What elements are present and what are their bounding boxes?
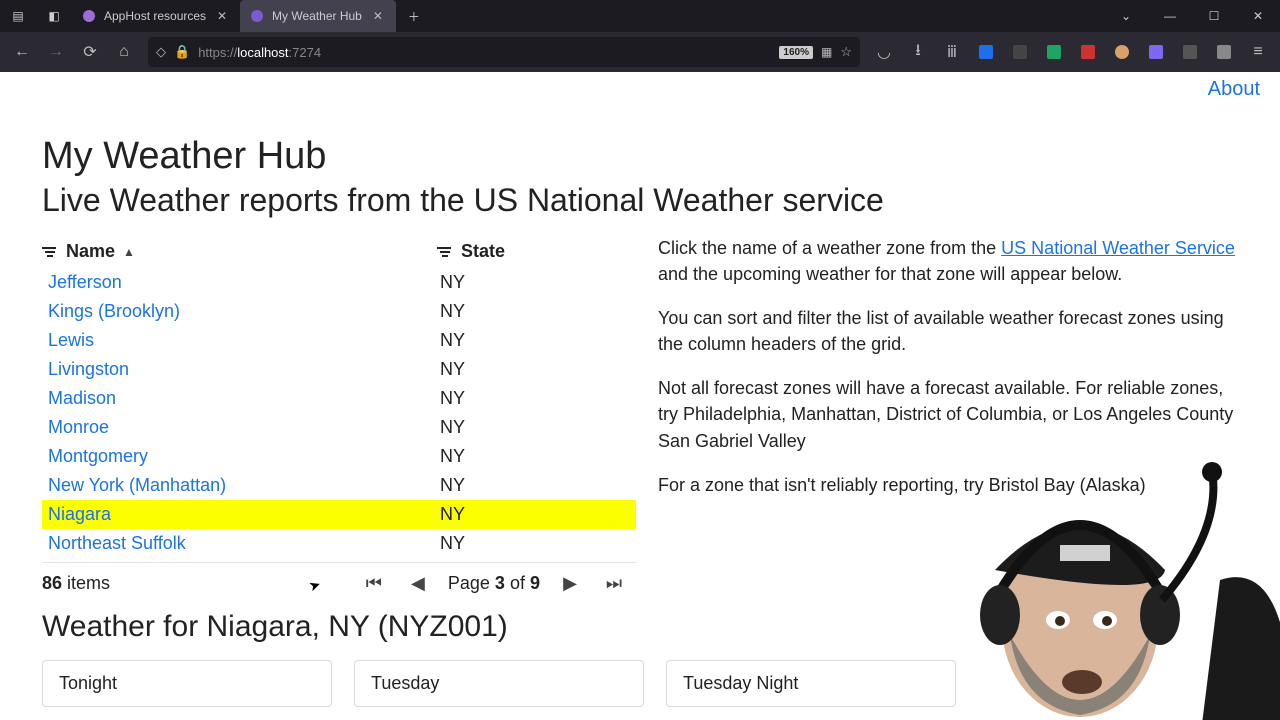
column-name-label: Name — [66, 241, 115, 262]
table-row: Northeast Suffolk NY — [42, 529, 636, 558]
ext5-icon[interactable] — [1106, 36, 1138, 68]
ext3-icon[interactable] — [1038, 36, 1070, 68]
table-row: Montgomery NY — [42, 442, 636, 471]
zone-state: NY — [440, 388, 630, 409]
instructions-p2: You can sort and filter the list of avai… — [658, 305, 1238, 357]
about-link[interactable]: About — [1208, 78, 1260, 100]
pager-last-button[interactable]: ⏭ — [592, 573, 636, 594]
zone-link[interactable]: Jefferson — [48, 272, 122, 292]
zone-state: NY — [440, 330, 630, 351]
forecast-card: Tuesday — [354, 660, 644, 707]
library-icon[interactable]: ⅲ — [936, 36, 968, 68]
back-button[interactable]: ← — [6, 36, 38, 68]
tab-close-icon[interactable]: ✕ — [214, 8, 230, 24]
pocket-icon[interactable]: ◡ — [868, 36, 900, 68]
pager-first-button[interactable]: ⏮ — [352, 573, 396, 594]
table-row: Lewis NY — [42, 326, 636, 355]
ext4-icon[interactable] — [1072, 36, 1104, 68]
zone-link[interactable]: Livingston — [48, 359, 129, 379]
table-row: Jefferson NY — [42, 268, 636, 297]
forecast-card-title: Tonight — [43, 661, 331, 706]
forward-button[interactable]: → — [40, 36, 72, 68]
tab-favicon — [250, 9, 264, 23]
bookmark-star-icon[interactable]: ☆ — [840, 44, 852, 60]
zone-state: NY — [440, 272, 630, 293]
zone-link[interactable]: Niagara — [48, 504, 111, 524]
ext6-icon[interactable] — [1140, 36, 1172, 68]
table-row: New York (Manhattan) NY — [42, 471, 636, 500]
column-header-name[interactable]: Name ▲ — [42, 241, 437, 262]
instructions-p3: Not all forecast zones will have a forec… — [658, 375, 1238, 453]
close-window-button[interactable]: ✕ — [1236, 0, 1280, 32]
zone-link[interactable]: Madison — [48, 388, 116, 408]
filter-icon[interactable] — [42, 244, 58, 260]
pager-label: Page 3 of 9 — [440, 573, 548, 594]
zone-state: NY — [440, 359, 630, 380]
zone-link[interactable]: Lewis — [48, 330, 94, 350]
sort-asc-icon: ▲ — [123, 245, 135, 259]
column-state-label: State — [461, 241, 505, 262]
reload-button[interactable]: ⟳ — [74, 36, 106, 68]
url-text: https://localhost:7274 — [198, 45, 771, 60]
zones-grid: Name ▲ State JeffersonNYKings (Brooklyn)… — [42, 235, 636, 602]
zone-link[interactable]: Montgomery — [48, 446, 148, 466]
zone-state: NY — [440, 533, 630, 554]
page-title: My Weather Hub — [42, 135, 1238, 178]
titlebar: ▤ ◧ AppHost resources✕My Weather Hub✕ ＋ … — [0, 0, 1280, 32]
downloads-icon[interactable]: ⭳ — [902, 36, 934, 68]
navbar: ← → ⟳ ⌂ ◇ 🔒 https://localhost:7274 160% … — [0, 32, 1280, 72]
tab-favicon — [82, 9, 96, 23]
nws-link[interactable]: US National Weather Service — [1001, 238, 1235, 258]
pager-prev-button[interactable]: ◀ — [396, 573, 440, 594]
menu-icon[interactable]: ≡ — [1242, 36, 1274, 68]
qr-icon[interactable]: ▦ — [821, 45, 832, 59]
forecast-card-title: Tuesday — [355, 661, 643, 706]
ext2-icon[interactable] — [1004, 36, 1036, 68]
forecast-card: Tonight — [42, 660, 332, 707]
table-row: Livingston NY — [42, 355, 636, 384]
column-header-state[interactable]: State — [437, 241, 636, 262]
pager: 86 items ⏮ ◀ Page 3 of 9 ▶ ⏭ — [42, 562, 636, 602]
browser-tab[interactable]: AppHost resources ✕ — [72, 0, 240, 32]
webcam-overlay — [910, 450, 1280, 720]
filter-icon[interactable] — [437, 244, 453, 260]
ext8-icon[interactable] — [1208, 36, 1240, 68]
zone-state: NY — [440, 446, 630, 467]
tab-close-icon[interactable]: ✕ — [370, 8, 386, 24]
ext1-icon[interactable] — [970, 36, 1002, 68]
table-row: Niagara NY — [42, 500, 636, 529]
table-row: Monroe NY — [42, 413, 636, 442]
home-button[interactable]: ⌂ — [108, 36, 140, 68]
url-bar[interactable]: ◇ 🔒 https://localhost:7274 160% ▦ ☆ — [148, 37, 860, 67]
chevron-down-icon[interactable]: ⌄ — [1104, 0, 1148, 32]
table-row: Kings (Brooklyn) NY — [42, 297, 636, 326]
page-nav: About — [0, 72, 1280, 107]
ext7-icon[interactable] — [1174, 36, 1206, 68]
zone-link[interactable]: New York (Manhattan) — [48, 475, 226, 495]
pager-next-button[interactable]: ▶ — [548, 573, 592, 594]
item-count: 86 items — [42, 573, 110, 594]
sidebar-toggle-icon[interactable]: ▤ — [0, 0, 36, 32]
browser-tab[interactable]: My Weather Hub ✕ — [240, 0, 396, 32]
zone-state: NY — [440, 504, 630, 525]
minimize-button[interactable]: — — [1148, 0, 1192, 32]
maximize-button[interactable]: ☐ — [1192, 0, 1236, 32]
tab-title: My Weather Hub — [272, 9, 362, 23]
page-viewport: About My Weather Hub Live Weather report… — [0, 72, 1280, 720]
table-row: Madison NY — [42, 384, 636, 413]
zone-state: NY — [440, 301, 630, 322]
recent-icon[interactable]: ◧ — [36, 0, 72, 32]
new-tab-button[interactable]: ＋ — [400, 2, 428, 30]
zone-state: NY — [440, 475, 630, 496]
zone-link[interactable]: Northeast Suffolk — [48, 533, 186, 553]
lock-icon: 🔒 — [174, 44, 190, 60]
zone-link[interactable]: Monroe — [48, 417, 109, 437]
page-subtitle: Live Weather reports from the US Nationa… — [42, 182, 1238, 219]
browser-chrome: ▤ ◧ AppHost resources✕My Weather Hub✕ ＋ … — [0, 0, 1280, 72]
zoom-badge[interactable]: 160% — [779, 46, 813, 59]
zone-link[interactable]: Kings (Brooklyn) — [48, 301, 180, 321]
tab-title: AppHost resources — [104, 9, 206, 23]
zone-state: NY — [440, 417, 630, 438]
shield-icon: ◇ — [156, 44, 166, 60]
